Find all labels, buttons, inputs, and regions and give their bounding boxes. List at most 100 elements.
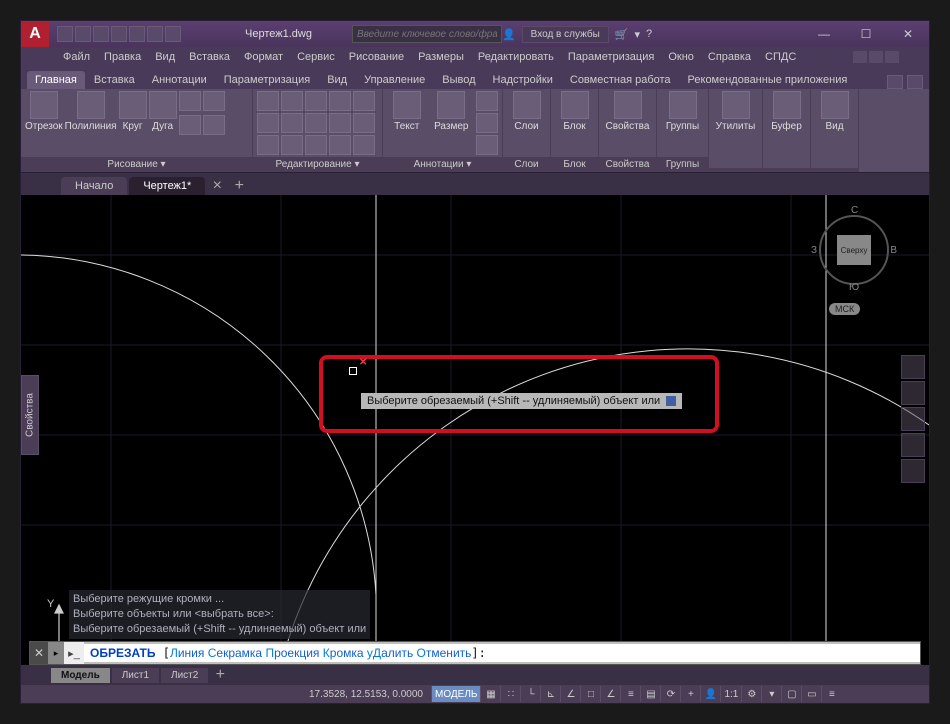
cmdline-close-icon[interactable]: ✕ — [30, 642, 48, 664]
properties-palette-tab[interactable]: Свойства — [21, 375, 39, 455]
app-menu[interactable]: A — [21, 21, 49, 47]
nav-showmotion-icon[interactable] — [901, 459, 925, 483]
login-button[interactable]: Вход в службы — [522, 26, 609, 43]
doctab-start[interactable]: Начало — [61, 177, 127, 195]
status-model-button[interactable]: МОДЕЛЬ — [431, 686, 480, 702]
status-gear-icon[interactable]: ⚙ — [741, 686, 761, 702]
doctab-close-icon[interactable]: × — [207, 177, 227, 195]
mdi-max-icon[interactable] — [869, 51, 883, 63]
nav-zoom-icon[interactable] — [901, 407, 925, 431]
modify-icon[interactable] — [281, 135, 303, 155]
status-hw-icon[interactable]: ▢ — [781, 686, 801, 702]
help-icon[interactable]: ? — [646, 28, 652, 40]
status-iso-icon[interactable]: ∠ — [560, 686, 580, 702]
viewcube[interactable]: Сверху С Ю В З МСК — [809, 205, 899, 315]
nav-orbit-icon[interactable] — [901, 433, 925, 457]
status-track-icon[interactable]: ∠ — [600, 686, 620, 702]
viewcube-south[interactable]: Ю — [849, 282, 859, 293]
panel-modify-title[interactable]: Редактирование ▾ — [253, 157, 382, 172]
panel-props-title[interactable]: Свойства — [599, 157, 656, 172]
status-annomonitor-icon[interactable]: + — [680, 686, 700, 702]
status-polar-icon[interactable]: ⊾ — [540, 686, 560, 702]
search-input[interactable] — [352, 25, 502, 43]
status-ortho-icon[interactable]: └ — [520, 686, 540, 702]
status-scale[interactable]: 1:1 — [720, 686, 741, 702]
modify-icon[interactable] — [353, 113, 375, 133]
tool-layers[interactable]: Слои — [507, 91, 546, 132]
menu-format[interactable]: Формат — [238, 49, 289, 65]
layout-tab-sheet1[interactable]: Лист1 — [112, 668, 159, 683]
coordinates[interactable]: 17.3528, 12.5153, 0.0000 — [301, 689, 431, 700]
command-input[interactable]: ОБРЕЗАТЬ [Линия Секрамка Проекция Кромка… — [84, 644, 920, 662]
mdi-min-icon[interactable] — [853, 51, 867, 63]
nav-pan-icon[interactable] — [901, 381, 925, 405]
drawing-canvas[interactable]: Свойства Сверху С Ю В З МСК ✕ Выберите о… — [21, 195, 929, 703]
ribbon-tab-param[interactable]: Параметризация — [216, 71, 318, 89]
cart-icon[interactable]: 🛒 — [615, 28, 629, 41]
menu-edit[interactable]: Правка — [98, 49, 147, 65]
annot-misc-icon[interactable] — [476, 91, 498, 111]
modify-icon[interactable] — [257, 113, 279, 133]
status-transparency-icon[interactable]: ▤ — [640, 686, 660, 702]
modify-icon[interactable] — [305, 135, 327, 155]
layout-add-icon[interactable]: + — [210, 666, 230, 684]
command-line[interactable]: ✕ ▸ ▸_ ОБРЕЗАТЬ [Линия Секрамка Проекция… — [29, 641, 921, 665]
menu-view[interactable]: Вид — [149, 49, 181, 65]
tool-line[interactable]: Отрезок — [25, 91, 63, 132]
modify-icon[interactable] — [305, 91, 327, 111]
qat-new-icon[interactable] — [57, 26, 73, 42]
viewcube-west[interactable]: З — [811, 245, 817, 256]
modify-icon[interactable] — [281, 91, 303, 111]
status-annoscale-icon[interactable]: 👤 — [700, 686, 720, 702]
annot-misc-icon[interactable] — [476, 113, 498, 133]
annot-misc-icon[interactable] — [476, 135, 498, 155]
status-lineweight-icon[interactable]: ≡ — [620, 686, 640, 702]
ribbon-focus-icon[interactable] — [887, 75, 903, 89]
qat-undo-icon[interactable] — [147, 26, 163, 42]
doctab-add-icon[interactable]: + — [229, 177, 249, 195]
tool-utils[interactable]: Утилиты — [713, 91, 758, 132]
tool-block[interactable]: Блок — [555, 91, 594, 132]
qat-plot-icon[interactable] — [129, 26, 145, 42]
draw-misc-icon[interactable] — [179, 91, 201, 111]
tool-view[interactable]: Вид — [815, 91, 854, 132]
viewcube-ucs[interactable]: МСК — [829, 303, 860, 315]
ribbon-tab-addins[interactable]: Надстройки — [485, 71, 561, 89]
panel-annot-title[interactable]: Аннотации ▾ — [383, 157, 502, 172]
ribbon-tab-annot[interactable]: Аннотации — [144, 71, 215, 89]
modify-icon[interactable] — [329, 113, 351, 133]
tool-text[interactable]: Текст — [387, 91, 427, 132]
modify-icon[interactable] — [281, 113, 303, 133]
menu-param[interactable]: Параметризация — [562, 49, 660, 65]
status-cycle-icon[interactable]: ⟳ — [660, 686, 680, 702]
maximize-button[interactable]: ☐ — [845, 22, 887, 46]
qat-open-icon[interactable] — [75, 26, 91, 42]
mdi-close-icon[interactable] — [885, 51, 899, 63]
ribbon-collapse-icon[interactable] — [907, 75, 923, 89]
modify-icon[interactable] — [257, 135, 279, 155]
doctab-drawing1[interactable]: Чертеж1* — [129, 177, 205, 195]
layout-tab-sheet2[interactable]: Лист2 — [161, 668, 208, 683]
status-snap-icon[interactable]: ∷ — [500, 686, 520, 702]
tool-arc[interactable]: Дуга — [149, 91, 177, 132]
tool-polyline[interactable]: Полилиния — [65, 91, 117, 132]
modify-icon[interactable] — [257, 91, 279, 111]
layout-tab-model[interactable]: Модель — [51, 668, 110, 683]
modify-icon[interactable] — [329, 135, 351, 155]
nav-wheel-icon[interactable] — [901, 355, 925, 379]
status-custom-icon[interactable]: ≡ — [821, 686, 841, 702]
panel-block-title[interactable]: Блок — [551, 157, 598, 172]
panel-groups-title[interactable]: Группы — [657, 157, 708, 172]
tool-clipboard[interactable]: Буфер — [767, 91, 806, 132]
menu-draw[interactable]: Рисование — [343, 49, 410, 65]
modify-icon[interactable] — [329, 91, 351, 111]
ribbon-tab-output[interactable]: Вывод — [434, 71, 483, 89]
close-button[interactable]: ✕ — [887, 22, 929, 46]
menu-insert[interactable]: Вставка — [183, 49, 236, 65]
viewcube-face-top[interactable]: Сверху — [837, 235, 871, 265]
minimize-button[interactable]: — — [803, 22, 845, 46]
panel-layers-title[interactable]: Слои — [503, 157, 550, 172]
modify-icon[interactable] — [305, 113, 327, 133]
qat-saveas-icon[interactable] — [111, 26, 127, 42]
tool-props[interactable]: Свойства — [603, 91, 652, 132]
